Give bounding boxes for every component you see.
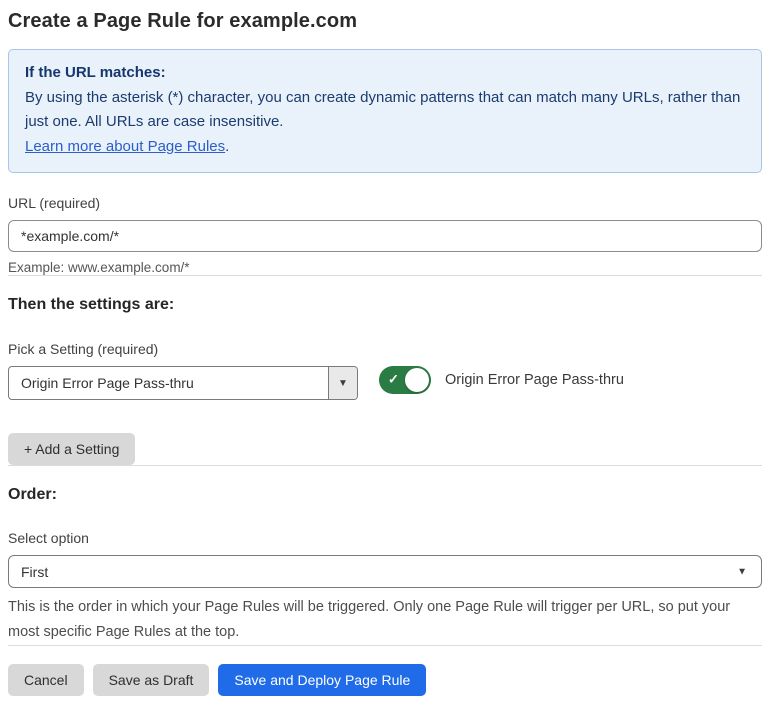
url-match-info-callout: If the URL matches: By using the asteris…	[8, 49, 762, 173]
page-title: Create a Page Rule for example.com	[8, 10, 358, 32]
link-suffix-text: .	[225, 137, 230, 155]
order-select-value: First	[21, 563, 49, 580]
pick-setting-label: Pick a Setting (required)	[8, 341, 159, 357]
setting-row: Origin Error Page Pass-thru ▼ ✓ Origin E…	[8, 366, 762, 400]
section-divider	[8, 275, 762, 276]
info-callout-link-line: Learn more about Page Rules.	[25, 135, 745, 160]
toggle-knob	[405, 368, 429, 392]
section-divider	[8, 465, 762, 466]
setting-select-arrow-button[interactable]: ▼	[328, 367, 357, 399]
url-field-section: URL (required) Example: www.example.com/…	[8, 195, 762, 275]
page-rule-form: Create a Page Rule for example.com If th…	[0, 0, 770, 696]
order-section-heading: Order:	[8, 486, 57, 503]
settings-section-heading: Then the settings are:	[8, 296, 175, 313]
toggle-label: Origin Error Page Pass-thru	[445, 372, 624, 388]
order-select-label: Select option	[8, 530, 89, 546]
url-input[interactable]	[8, 220, 762, 252]
url-field-label: URL (required)	[8, 195, 101, 211]
info-callout-heading: If the URL matches:	[25, 64, 166, 81]
setting-select[interactable]: Origin Error Page Pass-thru ▼	[8, 366, 358, 400]
form-action-bar: Cancel Save as Draft Save and Deploy Pag…	[8, 664, 762, 696]
section-divider	[8, 645, 762, 646]
chevron-down-icon: ▼	[338, 377, 348, 389]
save-and-deploy-button[interactable]: Save and Deploy Page Rule	[218, 664, 427, 696]
info-callout-body: By using the asterisk (*) character, you…	[25, 88, 741, 131]
order-select[interactable]: First ▼	[8, 555, 762, 588]
save-as-draft-button[interactable]: Save as Draft	[92, 664, 210, 696]
add-setting-button[interactable]: + Add a Setting	[8, 433, 136, 465]
url-example-helper: Example: www.example.com/*	[8, 260, 190, 275]
learn-more-link[interactable]: Learn more about Page Rules	[25, 138, 225, 155]
setting-select-value: Origin Error Page Pass-thru	[21, 375, 194, 391]
check-icon: ✓	[388, 371, 399, 387]
cancel-button[interactable]: Cancel	[8, 664, 84, 696]
chevron-down-icon: ▼	[737, 566, 747, 577]
setting-toggle-group: ✓ Origin Error Page Pass-thru	[379, 366, 624, 394]
order-helper-text: This is the order in which your Page Rul…	[8, 599, 731, 640]
origin-error-toggle[interactable]: ✓	[379, 366, 431, 394]
